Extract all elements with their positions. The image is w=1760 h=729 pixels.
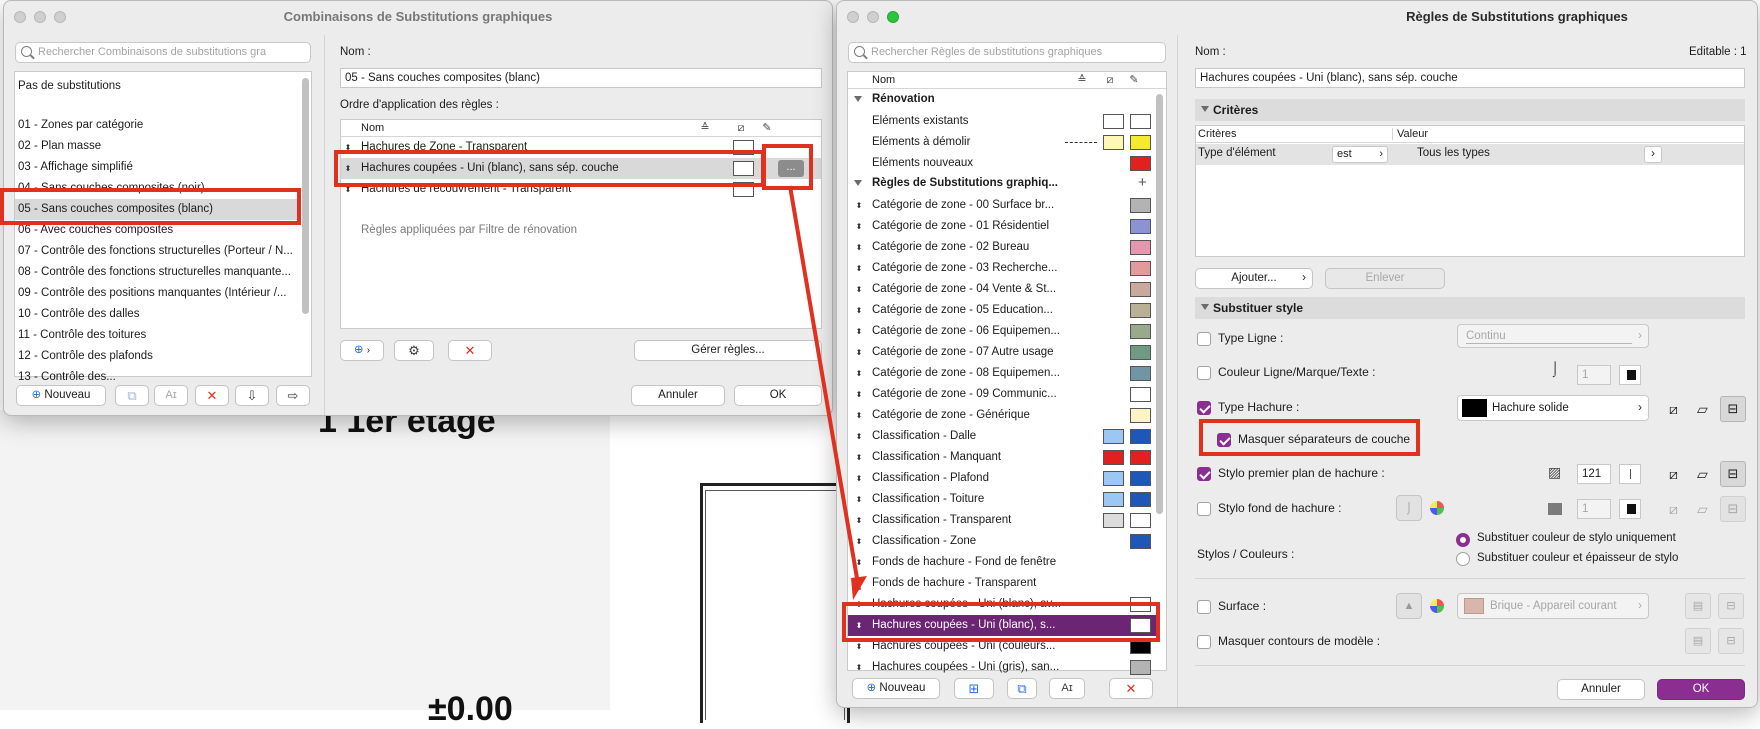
annotation-arrow [788,185,867,600]
